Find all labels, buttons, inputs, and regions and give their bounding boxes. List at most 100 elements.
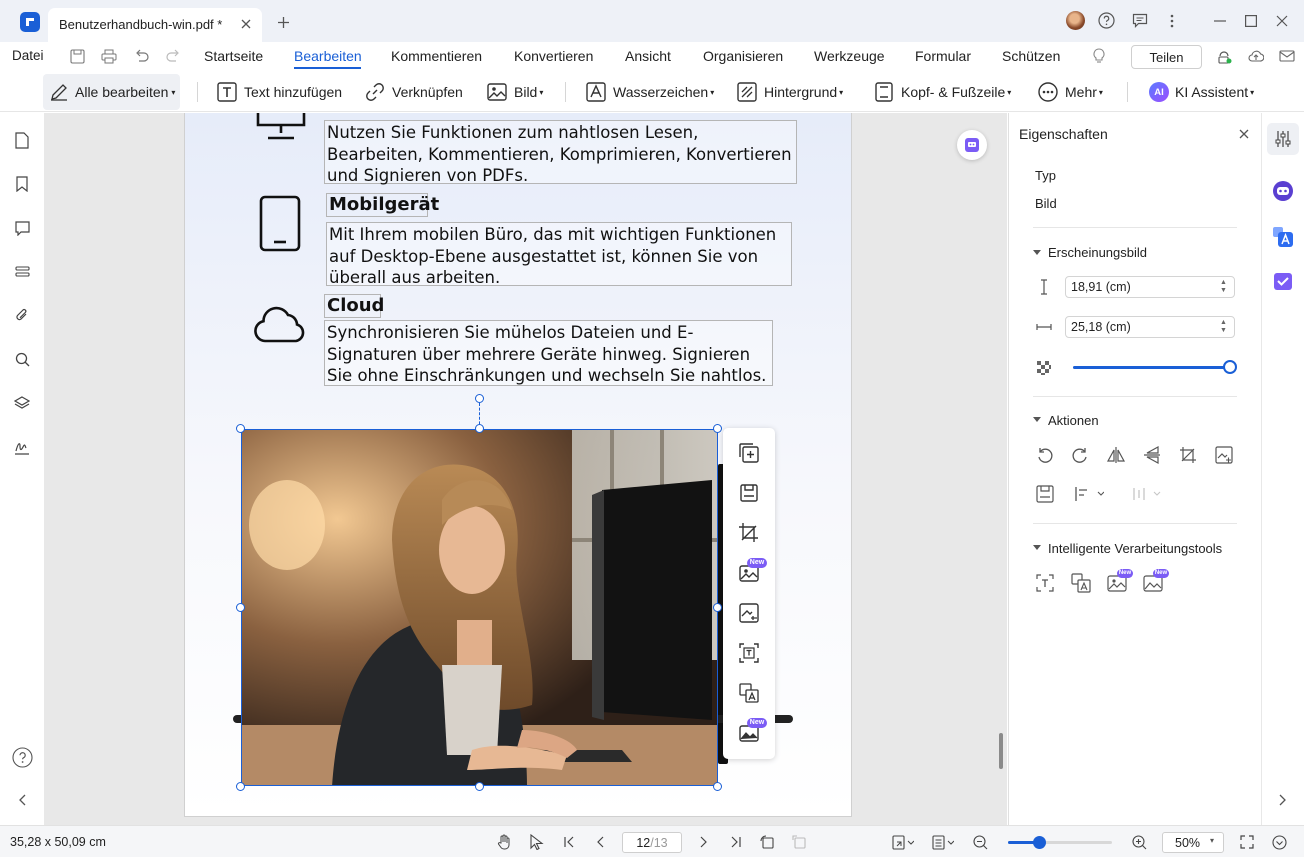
plus-icon[interactable]: [275, 14, 291, 30]
last-page-icon[interactable]: [728, 834, 744, 850]
save-image-icon[interactable]: [735, 479, 763, 507]
expand-right-icon[interactable]: [1275, 792, 1291, 808]
upload-icon[interactable]: [1247, 47, 1265, 65]
heading-mobile[interactable]: Mobilgerät: [326, 193, 439, 217]
page-layout-icon[interactable]: [932, 834, 954, 850]
ai-assistant-button[interactable]: AI KI Assistent ▾: [1149, 74, 1254, 110]
actions-section-title[interactable]: Aktionen: [1048, 413, 1099, 428]
flip-horizontal-icon[interactable]: [1105, 444, 1127, 466]
link-button[interactable]: Verknüpfen: [364, 74, 463, 110]
mail-icon[interactable]: [1278, 47, 1296, 65]
redo-icon[interactable]: [164, 47, 182, 65]
vertical-scrollbar[interactable]: [999, 733, 1003, 769]
menu-bearbeiten[interactable]: Bearbeiten: [294, 48, 362, 64]
stepper-icon[interactable]: ▲ ▼: [1220, 319, 1227, 335]
signature-icon[interactable]: [12, 437, 32, 457]
resize-handle[interactable]: [713, 424, 722, 433]
resize-handle[interactable]: [713, 782, 722, 791]
expand-caret-icon[interactable]: [1033, 545, 1041, 550]
text-block-cloud[interactable]: Synchronisieren Sie mühelos Dateien und …: [324, 320, 773, 386]
lightbulb-icon[interactable]: [1090, 47, 1108, 65]
resize-handle[interactable]: [236, 782, 245, 791]
image-adjust-icon[interactable]: [735, 599, 763, 627]
background-button[interactable]: Hintergrund ▾: [736, 74, 843, 110]
view-mode-icon[interactable]: [892, 834, 914, 850]
zoom-slider-thumb[interactable]: [1033, 836, 1047, 849]
rotate-right-icon[interactable]: [1069, 444, 1091, 466]
save-image-icon[interactable]: [1034, 483, 1056, 505]
translate-image-icon[interactable]: [735, 679, 763, 707]
edit-all-button[interactable]: Alle bearbeiten ▾: [43, 74, 180, 110]
first-page-icon[interactable]: [561, 834, 577, 850]
menu-kommentieren[interactable]: Kommentieren: [391, 48, 482, 64]
translate-image-icon[interactable]: [1070, 572, 1092, 594]
layers-icon[interactable]: [12, 393, 32, 413]
menu-startseite[interactable]: Startseite: [204, 48, 263, 64]
menu-organisieren[interactable]: Organisieren: [703, 48, 783, 64]
add-text-button[interactable]: Text hinzufügen: [216, 74, 342, 110]
window-close-icon[interactable]: [1272, 11, 1291, 30]
stepper-icon[interactable]: ▲ ▼: [1220, 279, 1227, 295]
translate-icon[interactable]: [1272, 226, 1294, 248]
select-tool-icon[interactable]: [528, 834, 544, 850]
align-dropdown-icon[interactable]: [1071, 483, 1107, 505]
image-button[interactable]: Bild ▾: [486, 74, 543, 110]
zoom-in-icon[interactable]: [1131, 834, 1147, 850]
zoom-slider[interactable]: [1008, 836, 1112, 849]
zoom-select[interactable]: 50% ▾: [1162, 832, 1224, 853]
share-button[interactable]: Teilen: [1131, 45, 1202, 69]
menu-formular[interactable]: Formular: [915, 48, 971, 64]
expand-caret-icon[interactable]: [1033, 417, 1041, 422]
ocr-text-icon[interactable]: [735, 639, 763, 667]
resize-handle[interactable]: [236, 424, 245, 433]
watermark-button[interactable]: Wasserzeichen ▾: [585, 74, 714, 110]
fullscreen-icon[interactable]: [1239, 834, 1255, 850]
collapse-status-icon[interactable]: [1271, 834, 1287, 850]
cloud-sync-icon[interactable]: [1215, 47, 1233, 65]
resize-handle[interactable]: [475, 782, 484, 791]
menu-konvertieren[interactable]: Konvertieren: [514, 48, 593, 64]
crop-icon[interactable]: [1177, 444, 1199, 466]
close-icon[interactable]: [1236, 126, 1252, 142]
layers-stack-icon[interactable]: [12, 262, 32, 282]
text-block-mobile[interactable]: Mit Ihrem mobilen Büro, das mit wichtige…: [326, 222, 792, 287]
tasks-check-icon[interactable]: [1272, 270, 1294, 292]
width-input[interactable]: 25,18 (cm) ▲ ▼: [1065, 316, 1235, 338]
crop-icon[interactable]: [735, 519, 763, 547]
image-adjust-icon[interactable]: [1213, 444, 1235, 466]
help-icon[interactable]: [1097, 11, 1116, 30]
collapse-left-icon[interactable]: [14, 792, 30, 808]
rotate-view-icon[interactable]: [759, 834, 775, 850]
smart-tools-section-title[interactable]: Intelligente Verarbeitungstools: [1048, 541, 1222, 556]
print-icon[interactable]: [100, 47, 118, 65]
menu-schuetzen[interactable]: Schützen: [1002, 48, 1060, 64]
user-avatar[interactable]: [1066, 11, 1085, 30]
help-icon[interactable]: [11, 746, 33, 768]
page-number-input[interactable]: 12/13: [622, 832, 682, 853]
appearance-section-title[interactable]: Erscheinungsbild: [1048, 245, 1147, 260]
bookmark-icon[interactable]: [12, 174, 32, 194]
flip-vertical-icon[interactable]: [1141, 444, 1163, 466]
ocr-text-icon[interactable]: [1034, 572, 1056, 594]
hand-tool-icon[interactable]: [496, 834, 512, 850]
rotate-left-icon[interactable]: [1034, 444, 1056, 466]
message-icon[interactable]: [1130, 11, 1149, 30]
rotate-handle[interactable]: [475, 394, 484, 403]
close-icon[interactable]: [238, 16, 254, 32]
next-page-icon[interactable]: [696, 834, 712, 850]
minimize-icon[interactable]: [1210, 11, 1229, 30]
document-tab[interactable]: Benutzerhandbuch-win.pdf *: [48, 8, 262, 42]
more-button[interactable]: Mehr ▾: [1037, 74, 1103, 110]
replace-image-icon[interactable]: [735, 439, 763, 467]
attachment-icon[interactable]: [12, 305, 32, 325]
selected-image[interactable]: [241, 429, 718, 786]
previous-page-icon[interactable]: [592, 834, 608, 850]
heading-cloud[interactable]: Cloud: [324, 294, 384, 318]
ai-robot-icon[interactable]: [1272, 180, 1294, 202]
opacity-slider[interactable]: [1073, 360, 1237, 374]
maximize-icon[interactable]: [1241, 11, 1260, 30]
more-vertical-icon[interactable]: [1162, 11, 1181, 30]
resize-handle[interactable]: [475, 424, 484, 433]
text-block-desktop[interactable]: Nutzen Sie Funktionen zum nahtlosen Lese…: [324, 120, 797, 185]
resize-handle[interactable]: [236, 603, 245, 612]
